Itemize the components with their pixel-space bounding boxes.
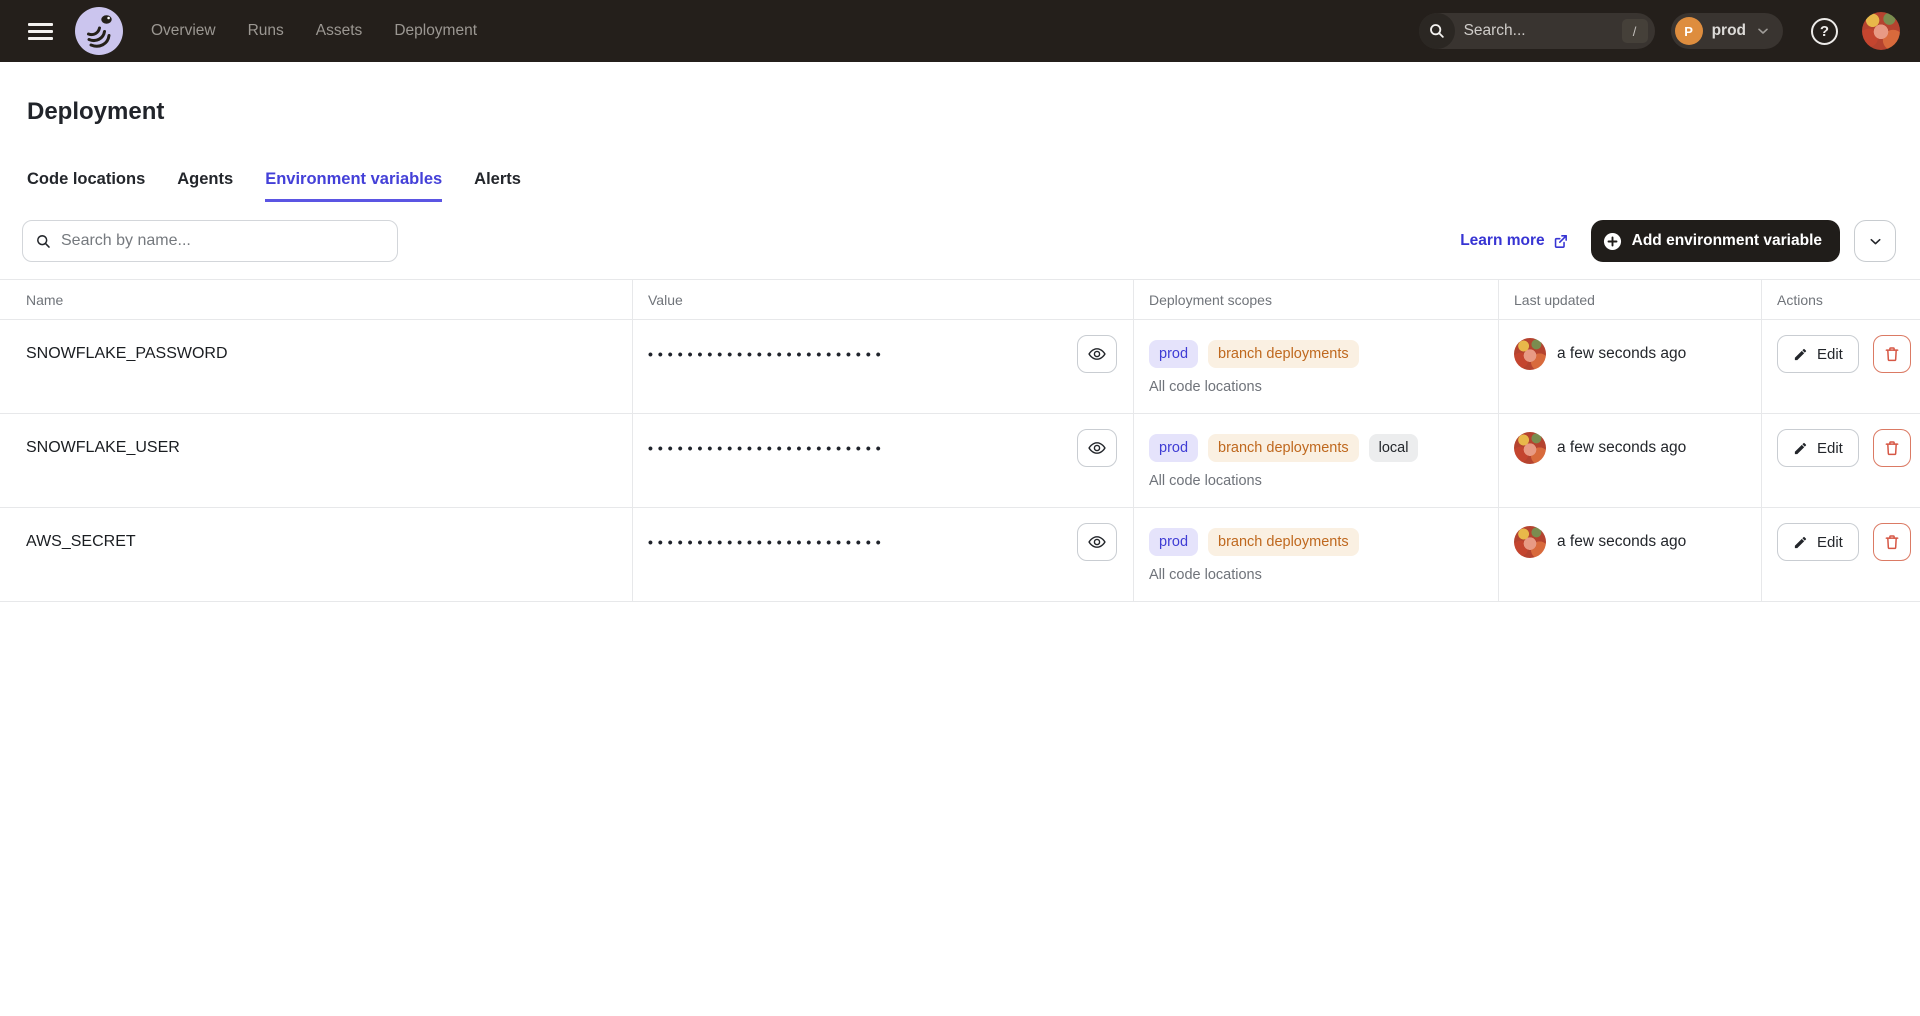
edit-button[interactable]: Edit (1777, 429, 1859, 467)
last-updated-text: a few seconds ago (1557, 439, 1686, 457)
edit-button[interactable]: Edit (1777, 523, 1859, 561)
last-updated-text: a few seconds ago (1557, 345, 1686, 363)
column-header-value: Value (633, 280, 1134, 319)
nav-item-overview[interactable]: Overview (151, 22, 216, 40)
edit-button-label: Edit (1817, 440, 1843, 457)
chevron-down-icon (1867, 233, 1884, 250)
tab-code-locations[interactable]: Code locations (27, 170, 145, 202)
dagster-logo[interactable] (75, 7, 123, 55)
scope-badge-local: local (1369, 434, 1419, 462)
reveal-value-button[interactable] (1077, 429, 1117, 467)
last-updated-text: a few seconds ago (1557, 533, 1686, 551)
eye-icon (1087, 344, 1107, 364)
updated-by-avatar (1514, 338, 1546, 370)
deployment-initial-badge: P (1675, 17, 1703, 45)
table-row: SNOWFLAKE_USER •••••••••••••••••••••••• … (0, 414, 1920, 508)
masked-value: •••••••••••••••••••••••• (648, 346, 886, 362)
code-locations-text: All code locations (1149, 473, 1498, 489)
trash-icon (1883, 345, 1901, 363)
chevron-down-icon (1755, 23, 1771, 39)
column-header-last-updated: Last updated (1499, 280, 1762, 319)
environment-variables-table: Name Value Deployment scopes Last update… (0, 279, 1920, 602)
nav-item-assets[interactable]: Assets (316, 22, 363, 40)
edit-button-label: Edit (1817, 346, 1843, 363)
env-var-name: SNOWFLAKE_PASSWORD (26, 332, 632, 376)
updated-by-avatar (1514, 432, 1546, 464)
column-header-actions: Actions (1762, 280, 1920, 319)
tab-environment-variables[interactable]: Environment variables (265, 170, 442, 202)
question-icon: ? (1820, 23, 1829, 40)
env-var-search-box (22, 220, 398, 262)
table-header-row: Name Value Deployment scopes Last update… (0, 280, 1920, 320)
pencil-icon (1793, 535, 1808, 550)
edit-button[interactable]: Edit (1777, 335, 1859, 373)
slash-shortcut-key: / (1622, 19, 1648, 43)
add-environment-variable-button[interactable]: Add environment variable (1591, 220, 1840, 262)
updated-by-avatar (1514, 526, 1546, 558)
tab-agents[interactable]: Agents (177, 170, 233, 202)
octopus-logo-icon (75, 7, 123, 55)
env-var-name: AWS_SECRET (26, 520, 632, 564)
primary-nav: Overview Runs Assets Deployment (151, 22, 477, 40)
masked-value: •••••••••••••••••••••••• (648, 440, 886, 456)
scope-badge-branch-deployments: branch deployments (1208, 528, 1359, 556)
column-header-name: Name (0, 280, 633, 319)
scope-badge-prod: prod (1149, 528, 1198, 556)
nav-item-deployment[interactable]: Deployment (394, 22, 477, 40)
help-button[interactable]: ? (1811, 18, 1838, 45)
code-locations-text: All code locations (1149, 379, 1498, 395)
env-var-search-input[interactable] (61, 232, 385, 250)
pencil-icon (1793, 347, 1808, 362)
pencil-icon (1793, 441, 1808, 456)
scope-badge-branch-deployments: branch deployments (1208, 340, 1359, 368)
page-title: Deployment (27, 98, 1920, 126)
scope-badge-branch-deployments: branch deployments (1208, 434, 1359, 462)
add-variable-menu-button[interactable] (1854, 220, 1896, 262)
masked-value: •••••••••••••••••••••••• (648, 534, 886, 550)
deployment-switcher[interactable]: P prod (1671, 13, 1783, 49)
eye-icon (1087, 532, 1107, 552)
delete-button[interactable] (1873, 429, 1911, 467)
code-locations-text: All code locations (1149, 567, 1498, 583)
add-button-label: Add environment variable (1632, 232, 1822, 250)
external-link-icon (1552, 233, 1569, 250)
learn-more-label: Learn more (1460, 232, 1544, 250)
tab-alerts[interactable]: Alerts (474, 170, 521, 202)
menu-icon[interactable] (28, 23, 53, 40)
global-search[interactable]: Search... / (1419, 13, 1655, 49)
env-var-name: SNOWFLAKE_USER (26, 426, 632, 470)
column-header-deployment-scopes: Deployment scopes (1134, 280, 1499, 319)
deployment-name: prod (1712, 22, 1746, 40)
plus-icon (1603, 232, 1622, 251)
trash-icon (1883, 439, 1901, 457)
reveal-value-button[interactable] (1077, 335, 1117, 373)
learn-more-link[interactable]: Learn more (1460, 232, 1568, 250)
scope-badge-prod: prod (1149, 340, 1198, 368)
delete-button[interactable] (1873, 523, 1911, 561)
global-search-placeholder: Search... (1464, 22, 1622, 40)
edit-button-label: Edit (1817, 534, 1843, 551)
top-navbar: Overview Runs Assets Deployment Search..… (0, 0, 1920, 62)
reveal-value-button[interactable] (1077, 523, 1117, 561)
search-icon (35, 233, 52, 250)
nav-item-runs[interactable]: Runs (248, 22, 284, 40)
env-var-toolbar: Learn more Add environment variable (22, 220, 1896, 262)
deployment-tabs: Code locations Agents Environment variab… (27, 170, 1920, 202)
scope-badge-prod: prod (1149, 434, 1198, 462)
trash-icon (1883, 533, 1901, 551)
eye-icon (1087, 438, 1107, 458)
table-row: AWS_SECRET •••••••••••••••••••••••• prod… (0, 508, 1920, 602)
delete-button[interactable] (1873, 335, 1911, 373)
user-avatar[interactable] (1862, 12, 1900, 50)
search-icon (1419, 13, 1455, 49)
table-row: SNOWFLAKE_PASSWORD •••••••••••••••••••••… (0, 320, 1920, 414)
